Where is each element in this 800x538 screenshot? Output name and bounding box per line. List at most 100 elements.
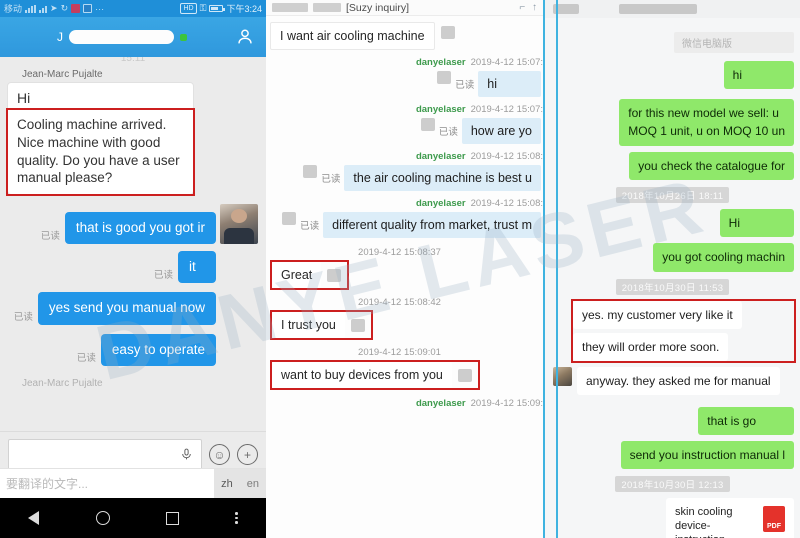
message-bubble-highlighted[interactable]: yes. my customer very like it (573, 300, 742, 329)
android-nav-bar (0, 498, 266, 538)
message-bubble[interactable]: send you instruction manual l (620, 441, 794, 470)
placeholder-block-icon (303, 165, 318, 178)
redacted-name-bar (272, 3, 308, 12)
key-icon: ⚿ (199, 3, 207, 13)
header-title-group: J (10, 30, 234, 44)
message-list[interactable]: I want air cooling machine danyelaser 201… (266, 16, 545, 538)
message-bubble[interactable]: different quality from market, trust m (323, 212, 541, 238)
wechat-panel: 微信电脑版 hi for this new model we sell: u M… (545, 0, 800, 538)
more-icon: ··· (95, 3, 105, 14)
message-bubble[interactable]: you check the catalogue for (629, 151, 794, 181)
translate-input[interactable]: 要翻译的文字... (0, 475, 214, 492)
home-icon[interactable] (95, 511, 110, 525)
message-bubble[interactable]: you got cooling machin (653, 243, 794, 272)
placeholder-block-icon (420, 118, 435, 131)
message-bubble[interactable]: hi (478, 71, 541, 97)
message-row-outgoing: send you instruction manual l (545, 441, 800, 470)
desktop-chat-panel: [Suzy inquiry] ⌐ ↑ I want air cooling ma… (266, 0, 545, 538)
clock-label: 下午3:24 (226, 4, 262, 14)
sender-name: danyelaser (415, 57, 466, 68)
message-bubble[interactable]: how are yo (461, 118, 541, 144)
hd-badge: HD (180, 3, 197, 14)
chat-window-header: [Suzy inquiry] ⌐ ↑ (266, 0, 545, 16)
read-receipt: 已读 (300, 221, 320, 232)
redacted-title-bar (619, 4, 697, 14)
person-icon[interactable] (234, 26, 256, 48)
message-meta: danyelaser 2019-4-12 15:08: (266, 198, 545, 209)
message-row-outgoing: 已读 different quality from market, trust … (266, 212, 545, 238)
chat-scroll-area[interactable]: 15:11 Jean-Marc Pujalte Hi Cooling machi… (0, 53, 266, 538)
lang-from[interactable]: zh (214, 478, 240, 490)
message-bubble-highlighted[interactable]: I trust you (272, 312, 345, 338)
timestamp-divider: 2018年10月30日 11:53 (615, 278, 730, 295)
menu-icon[interactable] (235, 512, 238, 524)
timestamp: 2019-4-12 15:08: (470, 151, 543, 162)
message-bubble[interactable]: that is go (698, 407, 794, 436)
message-bubble[interactable]: for this new model we sell: u MOQ 1 unit… (619, 99, 794, 146)
read-receipt: 已读 (455, 80, 475, 91)
sync-icon: ↻ (60, 3, 69, 13)
back-icon[interactable] (28, 511, 40, 525)
message-input[interactable] (8, 439, 202, 470)
message-bubble[interactable]: yes send you manual now (37, 292, 216, 325)
message-bubble[interactable]: Hi (8, 83, 193, 110)
avatar (220, 204, 258, 245)
chat-title: [Suzy inquiry] (346, 1, 410, 14)
message-list[interactable]: 微信电脑版 hi for this new model we sell: u M… (545, 18, 800, 538)
message-bubble-highlighted[interactable]: they will order more soon. (573, 332, 729, 361)
timestamp-divider: 2018年10月30日 12:13 (615, 476, 730, 493)
message-meta: danyelaser 2019-4-12 15:07: (266, 57, 545, 68)
message-meta: danyelaser 2019-4-12 15:08: (266, 151, 545, 162)
message-row-outgoing: 已读 it (8, 251, 258, 284)
message-bubble[interactable]: it (178, 251, 216, 284)
message-bubble-highlighted[interactable]: Cooling machine arrived. Nice machine wi… (6, 107, 195, 197)
smiley-icon[interactable]: ☺ (209, 444, 230, 465)
message-bubble[interactable]: easy to operate (100, 333, 216, 366)
sender-name: danyelaser (415, 198, 466, 209)
read-receipt: 已读 (153, 270, 173, 282)
timestamp-divider: 2019-4-12 15:08:37 (358, 247, 441, 258)
message-meta: danyelaser 2019-4-12 15:07: (266, 104, 545, 115)
microphone-icon[interactable] (180, 446, 193, 463)
message-bubble-highlighted[interactable]: Great (272, 262, 322, 288)
placeholder-block-icon (327, 268, 342, 282)
source-label: 微信电脑版 (674, 32, 794, 53)
contact-name-initial: J (57, 30, 63, 44)
read-receipt: 已读 (321, 174, 341, 185)
message-row-incoming-group: Hi Cooling machine arrived. Nice machine… (6, 83, 258, 197)
file-card[interactable]: skin cooling device-instruction ... PDF … (666, 498, 794, 538)
message-row-outgoing: that is go (545, 407, 800, 436)
mobile-chat-panel: 移动 ➤ ↻ ··· HD ⚿ 下午3:24 J 15:11 Jean-Marc… (0, 0, 266, 538)
message-bubble[interactable]: that is good you got ir (64, 212, 216, 245)
message-row-incoming: they will order more soon. (573, 332, 794, 361)
red-app-icon (71, 4, 81, 13)
plus-icon[interactable]: + (237, 444, 258, 465)
message-list: Jean-Marc Pujalte Hi Cooling machine arr… (0, 57, 266, 389)
placeholder-block-icon (350, 318, 365, 332)
message-bubble[interactable]: hi (723, 61, 794, 90)
message-bubble[interactable]: Hi (719, 209, 794, 238)
message-bubble-highlighted[interactable]: want to buy devices from you (272, 362, 452, 388)
message-bubble[interactable]: I want air cooling machine (270, 22, 435, 50)
sender-name: danyelaser (415, 398, 466, 409)
signal-icon (25, 4, 37, 13)
lang-to[interactable]: en (240, 478, 266, 490)
recents-icon[interactable] (165, 511, 179, 525)
pdf-icon: PDF (763, 506, 785, 533)
message-bubble[interactable]: anyway. they asked me for manual (577, 366, 780, 396)
timestamp: 2019-4-12 15:07: (470, 57, 543, 68)
cursor-icon: ➤ (50, 3, 58, 13)
message-row-outgoing: hi (545, 61, 800, 90)
window-controls[interactable]: ⌐ ↑ (519, 2, 539, 13)
sender-name: danyelaser (415, 151, 466, 162)
file-name: skin cooling device-instruction ... (675, 506, 737, 538)
message-row-outgoing: 已读 the air cooling machine is best u (266, 165, 545, 191)
redacted-name-bar (69, 30, 174, 44)
sender-name: Jean-Marc Pujalte (22, 377, 103, 389)
placeholder-block-icon (457, 368, 472, 382)
placeholder-block-icon (282, 212, 297, 225)
timestamp: 2019-4-12 15:07: (470, 104, 543, 115)
message-bubble[interactable]: the air cooling machine is best u (344, 165, 541, 191)
message-row-incoming: Great (266, 260, 545, 290)
language-switch[interactable]: zh en (214, 468, 266, 499)
